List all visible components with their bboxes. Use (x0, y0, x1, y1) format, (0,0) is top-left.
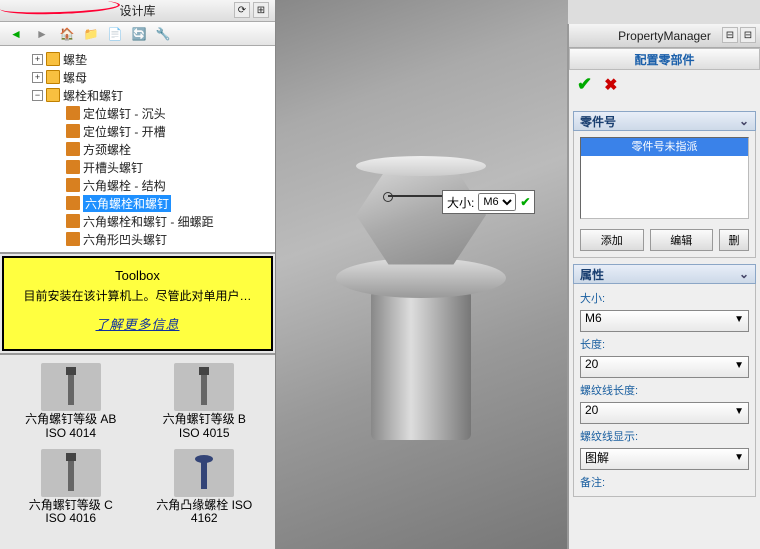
library-tree[interactable]: +螺垫 +螺母 −螺栓和螺钉 定位螺钉 - 沉头 定位螺钉 - 开槽 方颈螺栓 … (0, 46, 275, 254)
part-item[interactable]: 六角凸缘螺栓 ISO4162 (138, 445, 272, 531)
tree-bolts[interactable]: 螺栓和螺钉 (63, 87, 123, 104)
home-icon[interactable]: 🏠 (58, 25, 76, 43)
chevron-icon[interactable]: ⌄ (739, 114, 749, 128)
fwd-icon[interactable]: ► (32, 24, 52, 44)
partno-listbox[interactable]: 零件号未指派 (580, 137, 749, 219)
parts-grid: 六角螺钉等级 ABISO 4014 六角螺钉等级 BISO 4015 六角螺钉等… (0, 353, 275, 530)
refresh-icon[interactable]: ⟳ (234, 2, 250, 18)
edit-button[interactable]: 编辑 (650, 229, 714, 251)
thread-display-dropdown[interactable]: 图解▼ (580, 448, 749, 470)
partno-header: 零件号 (580, 113, 616, 130)
cancel-icon[interactable]: ✖ (604, 75, 617, 95)
partno-item[interactable]: 零件号未指派 (581, 138, 748, 156)
pin-icon[interactable]: ⊞ (253, 2, 269, 18)
tree-item-selected[interactable]: 六角螺栓和螺钉 (83, 195, 171, 212)
tree-nut[interactable]: 螺母 (63, 69, 87, 86)
part-number-group: 零件号 ⌄ 零件号未指派 添加 编辑 删 (573, 111, 756, 258)
thread-length-label: 螺纹线长度: (580, 382, 749, 398)
toolbox-banner: Toolbox 目前安装在该计算机上。尽管此对单用户… 了解更多信息 (2, 256, 273, 351)
callout-label: 大小: (447, 194, 474, 211)
part-item[interactable]: 六角螺钉等级 BISO 4015 (138, 359, 272, 445)
props-header: 属性 (580, 266, 604, 283)
tree-washer[interactable]: 螺垫 (63, 51, 87, 68)
part-item[interactable]: 六角螺钉等级 ABISO 4014 (4, 359, 138, 445)
toolbox-title: Toolbox (12, 268, 263, 283)
new-item-icon[interactable]: 📄 (106, 25, 124, 43)
ok-icon[interactable]: ✔ (577, 74, 592, 95)
reload-icon[interactable]: 🔄 (130, 25, 148, 43)
length-dropdown[interactable]: 20▼ (580, 356, 749, 378)
toolbox-text: 目前安装在该计算机上。尽管此对单用户… (12, 287, 263, 304)
tree-item[interactable]: 六角螺栓 - 结构 (83, 177, 166, 194)
thread-length-dropdown[interactable]: 20▼ (580, 402, 749, 424)
properties-group: 属性 ⌄ 大小: M6▼ 长度: 20▼ 螺纹线长度: 20▼ 螺纹线显示: 图解… (573, 264, 756, 497)
tree-item[interactable]: 定位螺钉 - 开槽 (83, 123, 166, 140)
config-component-title: 配置零部件 (569, 48, 760, 70)
add-button[interactable]: 添加 (580, 229, 644, 251)
folder-icon[interactable]: 📁 (82, 25, 100, 43)
tree-item[interactable]: 定位螺钉 - 沉头 (83, 105, 166, 122)
part-item[interactable]: 六角螺钉等级 CISO 4016 (4, 445, 138, 531)
size-callout: 大小: M6 ✔ (442, 190, 535, 214)
tool-icon[interactable]: 🔧 (154, 25, 172, 43)
rendered-bolt (316, 140, 516, 420)
toolbox-link[interactable]: 了解更多信息 (12, 314, 263, 333)
notes-label: 备注: (580, 474, 749, 490)
chevron-icon[interactable]: ⌄ (739, 267, 749, 281)
length-label: 长度: (580, 336, 749, 352)
pm-title: PropertyManager ⊟⊟ (569, 24, 760, 48)
delete-button[interactable]: 删 (719, 229, 749, 251)
size-label: 大小: (580, 290, 749, 306)
tree-item[interactable]: 六角形凹头螺钉 (83, 231, 167, 248)
design-library-panel: 设计库 ⟳ ⊞ ◄ ► 🏠 📁 📄 🔄 🔧 +螺垫 +螺母 −螺栓和螺钉 定位螺… (0, 0, 276, 549)
tree-item[interactable]: 六角螺栓和螺钉 - 细螺距 (83, 213, 214, 230)
design-library-title: 设计库 (119, 2, 155, 19)
callout-size-select[interactable]: M6 (478, 193, 516, 211)
callout-ok-icon[interactable]: ✔ (520, 195, 530, 209)
callout-leader (388, 195, 444, 197)
tree-item[interactable]: 开槽头螺钉 (83, 159, 143, 176)
pm-pin2-icon[interactable]: ⊟ (740, 27, 756, 43)
thread-display-label: 螺纹线显示: (580, 428, 749, 444)
3d-viewport[interactable] (276, 0, 568, 549)
pm-pin-icon[interactable]: ⊟ (722, 27, 738, 43)
property-manager-panel: PropertyManager ⊟⊟ 配置零部件 ✔ ✖ 零件号 ⌄ 零件号未指派… (567, 24, 760, 549)
tree-item[interactable]: 方颈螺栓 (83, 141, 131, 158)
design-library-toolbar: ◄ ► 🏠 📁 📄 🔄 🔧 (0, 22, 275, 46)
back-icon[interactable]: ◄ (6, 24, 26, 44)
size-dropdown[interactable]: M6▼ (580, 310, 749, 332)
